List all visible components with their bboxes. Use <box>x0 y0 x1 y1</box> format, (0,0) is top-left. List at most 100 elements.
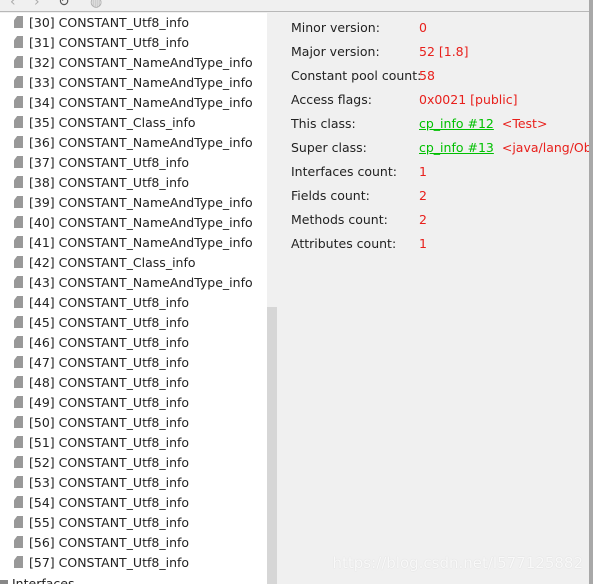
scrollbar-thumb[interactable] <box>267 307 277 584</box>
tree-item-label: [41] CONSTANT_NameAndType_info <box>29 235 253 250</box>
file-icon <box>14 276 23 288</box>
tree-item-label: [34] CONSTANT_NameAndType_info <box>29 95 253 110</box>
tree-item[interactable]: [55] CONSTANT_Utf8_info <box>14 513 189 533</box>
tree-item-label: [46] CONSTANT_Utf8_info <box>29 335 190 350</box>
tree-scrollbar[interactable] <box>267 13 277 584</box>
tree-item[interactable]: [42] CONSTANT_Class_info <box>14 253 196 273</box>
tree-item[interactable]: [41] CONSTANT_NameAndType_info <box>14 233 253 253</box>
tree-item[interactable]: [56] CONSTANT_Utf8_info <box>14 533 189 553</box>
tree-item[interactable]: [39] CONSTANT_NameAndType_info <box>14 193 253 213</box>
detail-label: Attributes count: <box>291 236 397 251</box>
file-icon <box>14 16 23 28</box>
tree-item[interactable]: [43] CONSTANT_NameAndType_info <box>14 273 253 293</box>
file-icon <box>14 416 23 428</box>
file-icon <box>14 116 23 128</box>
tree-item-label: [37] CONSTANT_Utf8_info <box>29 155 190 170</box>
detail-value: 2 <box>419 184 427 208</box>
tree-item[interactable]: [54] CONSTANT_Utf8_info <box>14 493 189 513</box>
tree-item[interactable]: [57] CONSTANT_Utf8_info <box>14 553 189 573</box>
file-icon <box>14 296 23 308</box>
tree-item[interactable]: [49] CONSTANT_Utf8_info <box>14 393 189 413</box>
folder-icon <box>0 580 8 584</box>
class-ref: <java/lang/Obje <box>501 140 593 155</box>
detail-value: 1 <box>419 160 427 184</box>
file-icon <box>14 536 23 548</box>
tree-item[interactable]: [45] CONSTANT_Utf8_info <box>14 313 189 333</box>
cp-info-link[interactable]: cp_info #13 <box>419 140 494 155</box>
detail-value: cp_info #13 <java/lang/Obje <box>419 136 593 160</box>
value-text: 1 <box>419 236 427 251</box>
tree-item-label: [56] CONSTANT_Utf8_info <box>29 535 190 550</box>
tree-item-label: [40] CONSTANT_NameAndType_info <box>29 215 253 230</box>
file-icon <box>14 396 23 408</box>
value-text: 52 [1.8] <box>419 44 469 59</box>
watermark: https://blog.csdn.net/l577125882 <box>332 554 583 572</box>
tree-item[interactable]: [34] CONSTANT_NameAndType_info <box>14 93 253 113</box>
file-icon <box>14 476 23 488</box>
tree-item[interactable]: [44] CONSTANT_Utf8_info <box>14 293 189 313</box>
tree-item-label: [30] CONSTANT_Utf8_info <box>29 15 190 30</box>
detail-value: 0x0021 [public] <box>419 88 518 112</box>
back-icon[interactable]: ‹ <box>10 0 16 10</box>
tree-item[interactable]: [33] CONSTANT_NameAndType_info <box>14 73 253 93</box>
tree-item[interactable]: [51] CONSTANT_Utf8_info <box>14 433 189 453</box>
tree-item[interactable]: [40] CONSTANT_NameAndType_info <box>14 213 253 233</box>
tree-item-label: [45] CONSTANT_Utf8_info <box>29 315 190 330</box>
file-icon <box>14 56 23 68</box>
tree-item-label: [54] CONSTANT_Utf8_info <box>29 495 190 510</box>
tree-item-label: [33] CONSTANT_NameAndType_info <box>29 75 253 90</box>
tree-item-label: Interfaces <box>12 576 75 584</box>
tree-item-label: [47] CONSTANT_Utf8_info <box>29 355 190 370</box>
detail-label: Super class: <box>291 140 367 155</box>
file-icon <box>14 236 23 248</box>
file-icon <box>14 556 23 568</box>
detail-label: Interfaces count: <box>291 164 397 179</box>
tree-item-label: [44] CONSTANT_Utf8_info <box>29 295 190 310</box>
tree-item-label: [43] CONSTANT_NameAndType_info <box>29 275 253 290</box>
detail-label: This class: <box>291 116 356 131</box>
tree-item[interactable]: [53] CONSTANT_Utf8_info <box>14 473 189 493</box>
file-icon <box>14 136 23 148</box>
tree-item-label: [49] CONSTANT_Utf8_info <box>29 395 190 410</box>
tree-item[interactable]: [30] CONSTANT_Utf8_info <box>14 13 189 33</box>
tree-item[interactable]: [32] CONSTANT_NameAndType_info <box>14 53 253 73</box>
tree-item-label: [52] CONSTANT_Utf8_info <box>29 455 190 470</box>
tree-item-label: [48] CONSTANT_Utf8_info <box>29 375 190 390</box>
tree-item-label: [39] CONSTANT_NameAndType_info <box>29 195 253 210</box>
refresh-icon[interactable]: ↻ <box>58 0 70 10</box>
detail-label: Fields count: <box>291 188 370 203</box>
tree-item[interactable]: [48] CONSTANT_Utf8_info <box>14 373 189 393</box>
tree-item-label: [50] CONSTANT_Utf8_info <box>29 415 190 430</box>
file-icon <box>14 196 23 208</box>
detail-value: 52 [1.8] <box>419 40 469 64</box>
file-icon <box>14 316 23 328</box>
tree-item[interactable]: [50] CONSTANT_Utf8_info <box>14 413 189 433</box>
file-icon <box>14 36 23 48</box>
globe-icon[interactable]: ◍ <box>90 0 102 10</box>
tree-item[interactable]: [36] CONSTANT_NameAndType_info <box>14 133 253 153</box>
tree-item-interfaces[interactable]: Interfaces <box>0 576 74 584</box>
tree-item[interactable]: [37] CONSTANT_Utf8_info <box>14 153 189 173</box>
tree-item-label: [36] CONSTANT_NameAndType_info <box>29 135 253 150</box>
value-text: 58 <box>419 68 435 83</box>
tree-item[interactable]: [35] CONSTANT_Class_info <box>14 113 196 133</box>
tree-item[interactable]: [38] CONSTANT_Utf8_info <box>14 173 189 193</box>
tree-item[interactable]: [47] CONSTANT_Utf8_info <box>14 353 189 373</box>
detail-label: Methods count: <box>291 212 388 227</box>
tree-item-label: [53] CONSTANT_Utf8_info <box>29 475 190 490</box>
tree-item-label: [57] CONSTANT_Utf8_info <box>29 555 190 570</box>
file-icon <box>14 216 23 228</box>
tree-item-label: [51] CONSTANT_Utf8_info <box>29 435 190 450</box>
tree-item[interactable]: [31] CONSTANT_Utf8_info <box>14 33 189 53</box>
tree-item[interactable]: [46] CONSTANT_Utf8_info <box>14 333 189 353</box>
file-icon <box>14 376 23 388</box>
file-icon <box>14 356 23 368</box>
forward-icon[interactable]: › <box>34 0 40 10</box>
detail-value: cp_info #12 <Test> <box>419 112 547 136</box>
file-icon <box>14 156 23 168</box>
tree-item[interactable]: [52] CONSTANT_Utf8_info <box>14 453 189 473</box>
tree-item-label: [38] CONSTANT_Utf8_info <box>29 175 190 190</box>
tree-item-label: [31] CONSTANT_Utf8_info <box>29 35 190 50</box>
cp-info-link[interactable]: cp_info #12 <box>419 116 494 131</box>
file-icon <box>14 436 23 448</box>
